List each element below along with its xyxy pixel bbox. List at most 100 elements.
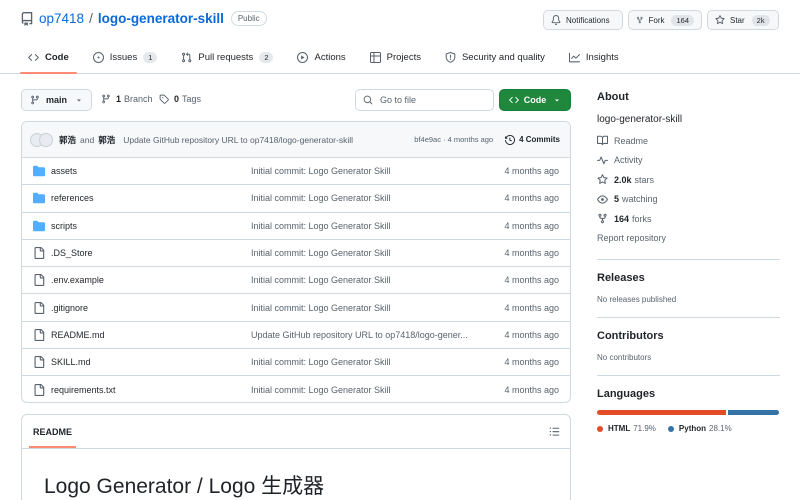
table-row[interactable]: .env.example Initial commit: Logo Generat… <box>22 267 570 295</box>
tab-insights[interactable]: Insights <box>561 45 627 69</box>
file-name-link[interactable]: SKILL.md <box>51 357 251 367</box>
visibility-badge: Public <box>230 11 267 26</box>
repo-separator: / <box>89 11 93 26</box>
branches-link[interactable]: 1 Branch <box>101 94 153 104</box>
fork-label: Fork <box>648 15 665 25</box>
star-button[interactable]: Star 2k <box>707 10 779 30</box>
table-row[interactable]: .gitignore Initial commit: Logo Generator… <box>22 294 570 322</box>
file-commit-message[interactable]: Initial commit: Logo Generator Skill <box>251 248 489 258</box>
file-name-link[interactable]: requirements.txt <box>51 385 251 395</box>
stars-label: stars <box>634 174 655 185</box>
file-name-link[interactable]: assets <box>51 166 251 176</box>
table-row[interactable]: SKILL.md Initial commit: Logo Generator S… <box>22 349 570 377</box>
repo-icon <box>21 11 33 26</box>
fork-icon <box>598 213 607 224</box>
file-commit-message[interactable]: Initial commit: Logo Generator Skill <box>251 166 489 176</box>
tab-security[interactable]: Security and quality <box>437 45 553 69</box>
branch-select-button[interactable]: main <box>21 89 92 111</box>
repo-header: op7418 / logo-generator-skill Public Not… <box>0 0 800 74</box>
file-list: assets Initial commit: Logo Generator Ski… <box>22 158 570 402</box>
notifications-button[interactable]: Notifications <box>543 10 623 30</box>
notifications-label: Notifications <box>566 15 610 25</box>
branch-name: main <box>46 95 68 105</box>
commit-author-2[interactable]: 郭浩 <box>98 134 115 146</box>
file-icon <box>34 301 45 314</box>
pulse-icon <box>597 156 608 165</box>
fork-icon <box>636 16 643 24</box>
language-color-dot <box>597 425 603 432</box>
watching-link[interactable]: 5 watching <box>597 190 780 210</box>
sidebar-divider <box>597 259 780 260</box>
readme-tab[interactable]: README <box>28 417 77 448</box>
pull-request-icon <box>182 51 192 62</box>
table-row[interactable]: .DS_Store Initial commit: Logo Generator … <box>22 240 570 268</box>
code-dropdown-button[interactable]: Code <box>499 89 571 111</box>
tab-issues[interactable]: Issues 1 <box>85 45 166 69</box>
tab-projects[interactable]: Projects <box>362 45 429 69</box>
file-commit-message[interactable]: Initial commit: Logo Generator Skill <box>251 221 489 231</box>
file-commit-message[interactable]: Initial commit: Logo Generator Skill <box>251 385 489 395</box>
latest-commit-message[interactable]: Update GitHub repository URL to op7418/l… <box>123 135 353 145</box>
releases-note: No releases published <box>597 295 677 304</box>
file-name-link[interactable]: scripts <box>51 221 251 231</box>
file-commit-message[interactable]: Initial commit: Logo Generator Skill <box>251 357 489 367</box>
readme-link[interactable]: Readme <box>597 131 780 151</box>
repo-owner-link[interactable]: op7418 <box>39 11 84 26</box>
tab-actions[interactable]: Actions <box>289 45 353 69</box>
table-row[interactable]: assets Initial commit: Logo Generator Ski… <box>22 158 570 186</box>
go-to-file-placeholder: Go to file <box>380 95 417 105</box>
file-commit-age: 4 months ago <box>504 193 559 204</box>
file-commit-message[interactable]: Update GitHub repository URL to op7418/l… <box>251 330 489 340</box>
language-item[interactable]: HTML 71.9% <box>597 424 656 433</box>
folder-icon <box>33 220 45 231</box>
forks-link[interactable]: 164 forks <box>597 209 780 229</box>
fork-count: 164 <box>671 14 694 26</box>
file-commit-message[interactable]: Initial commit: Logo Generator Skill <box>251 303 489 313</box>
repo-name-link[interactable]: logo-generator-skill <box>98 11 224 26</box>
report-repository-link[interactable]: Report repository <box>597 229 780 249</box>
tags-link[interactable]: 0 Tags <box>159 94 201 104</box>
commit-sha-time[interactable]: bf4e9ac · 4 months ago <box>414 135 493 144</box>
forks-count: 164 <box>614 213 630 224</box>
go-to-file-input[interactable]: Go to file <box>355 89 494 111</box>
file-name-link[interactable]: references <box>51 193 251 203</box>
file-name-link[interactable]: .DS_Store <box>51 248 251 258</box>
language-name: Python <box>678 424 707 433</box>
language-item[interactable]: Python 28.1% <box>667 424 732 433</box>
star-label: Star <box>730 15 745 25</box>
avatar[interactable] <box>39 132 53 147</box>
file-name-link[interactable]: .env.example <box>51 275 251 285</box>
sidebar-divider <box>597 317 780 318</box>
activity-link[interactable]: Activity <box>597 151 780 171</box>
tab-pull-requests-label: Pull requests <box>198 51 254 63</box>
file-commit-message[interactable]: Initial commit: Logo Generator Skill <box>251 275 489 285</box>
repo-title: op7418 / logo-generator-skill Public <box>20 11 267 26</box>
table-row[interactable]: references Initial commit: Logo Generator… <box>22 185 570 213</box>
stars-link[interactable]: 2.0k stars <box>597 170 780 190</box>
file-commit-message[interactable]: Initial commit: Logo Generator Skill <box>251 193 489 203</box>
commit-author-1[interactable]: 郭浩 <box>59 134 76 146</box>
file-icon-wrap <box>33 356 45 369</box>
language-bar-segment <box>728 410 779 415</box>
star-count: 2k <box>751 14 770 26</box>
commits-history-link[interactable]: 4 Commits <box>505 134 560 145</box>
releases-title[interactable]: Releases <box>597 272 780 284</box>
language-percent: 28.1% <box>709 424 732 433</box>
table-row[interactable]: scripts Initial commit: Logo Generator Sk… <box>22 213 570 240</box>
file-icon <box>34 247 45 260</box>
fork-button[interactable]: Fork 164 <box>628 10 702 30</box>
tab-code[interactable]: Code <box>20 45 77 74</box>
branch-count: 1 <box>116 94 122 104</box>
tab-pull-requests[interactable]: Pull requests 2 <box>173 45 281 69</box>
table-row[interactable]: requirements.txt Initial commit: Logo Gen… <box>22 376 570 402</box>
table-row[interactable]: README.md Update GitHub repository URL to… <box>22 322 570 350</box>
contributors-title[interactable]: Contributors <box>597 330 780 342</box>
branch-icon <box>102 94 110 104</box>
list-outline-icon[interactable] <box>549 426 560 437</box>
file-name-link[interactable]: README.md <box>51 330 251 340</box>
file-name-link[interactable]: .gitignore <box>51 303 251 313</box>
file-icon-wrap <box>33 301 45 314</box>
file-commit-age: 4 months ago <box>504 302 559 313</box>
readme-panel: README Logo Generator / Logo 生成器 <box>21 414 571 500</box>
branch-icon <box>31 95 39 105</box>
